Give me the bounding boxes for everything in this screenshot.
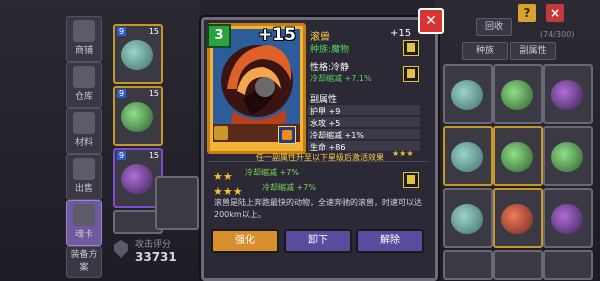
card-tribe: 种族:魔物 — [310, 45, 350, 55]
inventory-card[interactable] — [155, 176, 199, 230]
score-label: 攻击评分 — [135, 240, 172, 250]
sub-attributes-title: 副属性 — [310, 95, 338, 105]
inventory-card[interactable] — [493, 64, 543, 124]
inventory-card[interactable] — [443, 250, 493, 280]
star-effect-info-icon[interactable] — [403, 172, 419, 188]
inventory-card[interactable]: 9 15 — [113, 24, 163, 84]
card-plus-level: +15 — [258, 25, 296, 45]
score-value: 33731 — [135, 250, 177, 264]
tab-warehouse[interactable]: 仓库 — [66, 62, 102, 108]
close-background-icon[interactable]: × — [546, 4, 564, 22]
inventory-card[interactable] — [543, 188, 593, 248]
sub-attribute-row: 冷却缩减 +1% — [310, 131, 364, 140]
card-plus-text: +15 — [390, 28, 412, 39]
tribe-info-icon[interactable] — [403, 40, 419, 56]
materials-icon — [73, 112, 95, 134]
inventory-card[interactable] — [493, 250, 543, 280]
tab-shop[interactable]: 商铺 — [66, 16, 102, 62]
inventory-card[interactable] — [443, 126, 493, 186]
tab-materials[interactable]: 材料 — [66, 108, 102, 154]
card-description: 滚兽是陆上奔跑最快的动物，全速奔驰的滚兽，时速可以达200km以上。 — [214, 198, 422, 219]
remove-button[interactable]: 解除 — [356, 229, 424, 253]
filter-subattr-dropdown[interactable]: 副属性 — [510, 42, 556, 60]
unequip-button[interactable]: 卸下 — [284, 229, 352, 253]
inventory-card[interactable] — [443, 188, 493, 248]
tab-soul-cards[interactable]: 魂卡 — [66, 200, 102, 246]
inventory-card[interactable] — [543, 64, 593, 124]
tab-equipment-plans[interactable]: 装备方案 — [66, 246, 102, 278]
sell-icon — [73, 158, 95, 180]
personality-info-icon[interactable] — [403, 66, 419, 82]
inventory-card[interactable] — [543, 250, 593, 280]
personality-effect: 冷却缩减 +7.1% — [310, 74, 372, 83]
personality-title: 性格:冷静 — [310, 63, 350, 73]
card-name: 滚兽 — [310, 32, 330, 43]
inventory-card[interactable] — [543, 126, 593, 186]
inventory-card[interactable] — [493, 188, 543, 248]
upgrade-button[interactable]: 强化 — [211, 229, 279, 253]
sub-attribute-row: 护甲 +9 — [310, 107, 341, 116]
inventory-card[interactable] — [443, 64, 493, 124]
star-effect-text: 冷却缩减 +7% — [245, 168, 299, 177]
lock-icon[interactable] — [214, 126, 228, 140]
inventory-card[interactable]: 9 15 — [113, 86, 163, 146]
shop-icon — [73, 20, 95, 42]
recycle-button[interactable]: 回收 — [476, 18, 512, 36]
element-icon — [278, 126, 296, 144]
sub-attribute-row: 水攻 +5 — [310, 119, 341, 128]
warehouse-icon — [73, 66, 95, 88]
help-icon[interactable]: ? — [518, 4, 536, 22]
soul-card-icon — [73, 204, 95, 226]
inventory-count: (74/300) — [540, 30, 575, 39]
card-level-badge: 3 — [207, 24, 231, 48]
filter-tribe-dropdown[interactable]: 种族 — [462, 42, 508, 60]
inventory-card[interactable] — [493, 126, 543, 186]
tab-sell[interactable]: 出售 — [66, 154, 102, 200]
close-icon[interactable]: ✕ — [418, 8, 444, 34]
star-effect-text: 冷却缩减 +7% — [262, 183, 316, 192]
